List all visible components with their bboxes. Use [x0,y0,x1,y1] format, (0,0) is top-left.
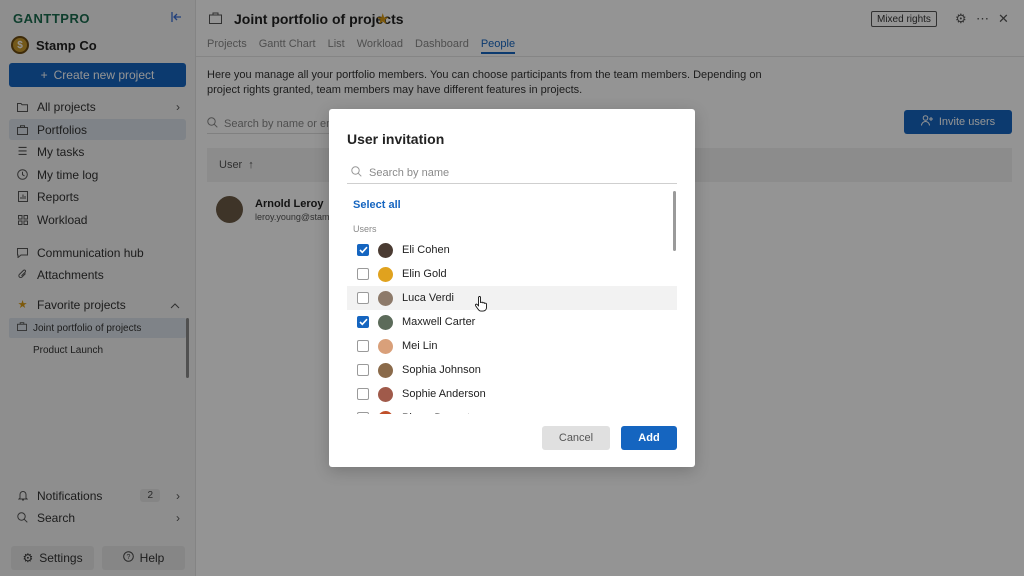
user-name: Luca Verdi [402,292,454,304]
user-checkbox[interactable] [357,388,369,400]
avatar [378,314,393,330]
user-row[interactable]: Luca Verdi [347,286,677,310]
user-checkbox[interactable] [357,316,369,328]
avatar [378,386,393,402]
user-name: Sophia Johnson [402,364,481,376]
user-row[interactable]: Elin Gold [347,262,677,286]
user-search-placeholder: Search by name [369,166,450,179]
user-checkbox[interactable] [357,364,369,376]
user-row[interactable]: Mei Lin [347,334,677,358]
user-name: Elin Gold [402,268,447,280]
user-checkbox[interactable] [357,340,369,352]
user-row[interactable]: Sophia Johnson [347,358,677,382]
hand-pointer-icon [474,296,488,312]
user-name: Pierre Dupont [402,412,470,414]
user-checkbox[interactable] [357,292,369,304]
user-name: Sophie Anderson [402,388,486,400]
avatar [378,290,393,306]
user-name: Mei Lin [402,340,438,352]
users-heading: Users [353,224,377,234]
user-list: Eli Cohen Elin Gold Luca Verdi Maxwell Cart… [347,238,677,414]
dialog-title: User invitation [347,131,445,147]
dialog-scrollbar[interactable] [673,191,676,251]
select-all-link[interactable]: Select all [353,199,401,211]
user-name: Maxwell Carter [402,316,476,328]
avatar [378,242,393,258]
user-row[interactable]: Sophie Anderson [347,382,677,406]
add-button[interactable]: Add [621,426,677,450]
user-search-input[interactable]: Search by name [347,162,677,184]
avatar [378,362,393,378]
avatar [378,338,393,354]
user-row[interactable]: Maxwell Carter [347,310,677,334]
user-checkbox[interactable] [357,412,369,414]
cancel-button[interactable]: Cancel [542,426,610,450]
avatar [378,266,393,282]
user-row[interactable]: Pierre Dupont [347,406,677,414]
avatar [378,410,393,414]
user-name: Eli Cohen [402,244,450,256]
checkmark-icon [358,318,368,326]
search-icon [351,165,362,180]
checkmark-icon [358,246,368,254]
user-checkbox[interactable] [357,244,369,256]
user-invitation-dialog: User invitation Search by name Select al… [329,109,695,467]
user-checkbox[interactable] [357,268,369,280]
user-row[interactable]: Eli Cohen [347,238,677,262]
